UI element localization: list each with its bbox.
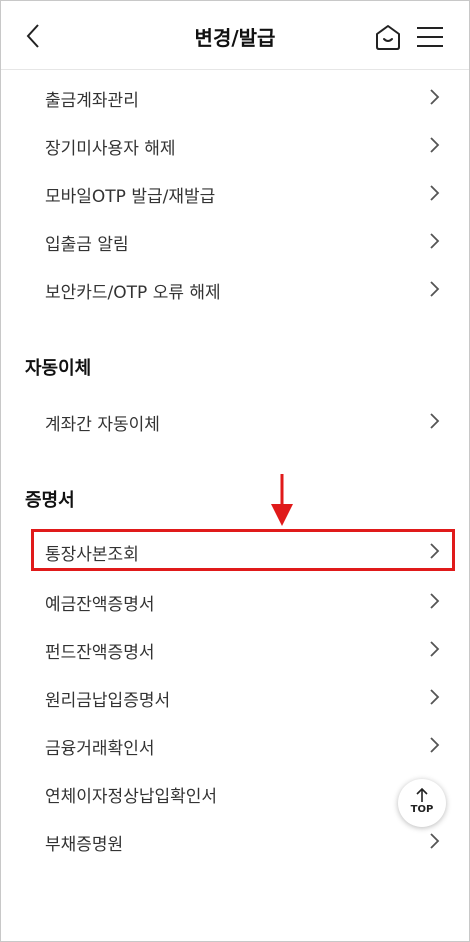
section-title-certificates: 증명서 xyxy=(25,490,75,511)
menu-item-withdrawal-account[interactable]: 출금계좌관리 xyxy=(1,74,469,120)
menu-item-label: 보안카드/OTP 오류 해제 xyxy=(45,283,221,303)
app-screen: 변경/발급 출금계좌관리 장기미사용자 해제 모바일OTP 발급/재발급 입출금… xyxy=(0,0,470,942)
chevron-right-icon xyxy=(430,137,440,153)
annotation-arrow-down-icon xyxy=(271,474,293,526)
menu-item-label: 예금잔액증명서 xyxy=(45,595,155,615)
menu-item-label: 장기미사용자 해제 xyxy=(45,139,176,159)
chevron-right-icon xyxy=(430,413,440,429)
chevron-right-icon xyxy=(430,281,440,297)
menu-item-financial-transaction-cert[interactable]: 금융거래확인서 xyxy=(1,722,469,768)
menu-item-label: 부채증명원 xyxy=(45,835,124,855)
chevron-right-icon xyxy=(430,641,440,657)
menu-item-principal-interest-cert[interactable]: 원리금납입증명서 xyxy=(1,674,469,720)
header-bar: 변경/발급 xyxy=(1,1,469,70)
chevron-right-icon xyxy=(430,737,440,753)
arrow-up-icon xyxy=(416,787,428,802)
menu-item-transaction-alert[interactable]: 입출금 알림 xyxy=(1,218,469,264)
menu-item-label: 펀드잔액증명서 xyxy=(45,643,155,663)
menu-item-label: 연체이자정상납입확인서 xyxy=(45,787,218,807)
scroll-top-button[interactable]: TOP xyxy=(398,779,446,827)
menu-item-fund-balance-cert[interactable]: 펀드잔액증명서 xyxy=(1,626,469,672)
chevron-right-icon xyxy=(430,185,440,201)
menu-item-label: 계좌간 자동이체 xyxy=(45,415,160,435)
menu-item-mobile-otp[interactable]: 모바일OTP 발급/재발급 xyxy=(1,170,469,216)
menu-item-label: 모바일OTP 발급/재발급 xyxy=(45,187,216,207)
scroll-top-label: TOP xyxy=(410,804,434,815)
menu-item-label: 원리금납입증명서 xyxy=(45,691,171,711)
menu-item-label: 금융거래확인서 xyxy=(45,739,155,759)
menu-button[interactable] xyxy=(415,23,445,51)
menu-item-debt-cert[interactable]: 부채증명원 xyxy=(1,818,469,864)
menu-item-security-card-release[interactable]: 보안카드/OTP 오류 해제 xyxy=(1,266,469,312)
highlight-box xyxy=(31,529,455,571)
home-icon xyxy=(376,25,400,50)
chevron-right-icon xyxy=(430,233,440,249)
chevron-right-icon xyxy=(430,689,440,705)
menu-item-dormant-release[interactable]: 장기미사용자 해제 xyxy=(1,122,469,168)
home-button[interactable] xyxy=(374,23,402,51)
chevron-right-icon xyxy=(430,89,440,105)
section-title-auto-transfer: 자동이체 xyxy=(25,358,92,379)
menu-item-label: 입출금 알림 xyxy=(45,235,129,255)
hamburger-menu-icon xyxy=(417,27,443,47)
chevron-right-icon xyxy=(430,593,440,609)
chevron-right-icon xyxy=(430,833,440,849)
menu-item-deposit-balance-cert[interactable]: 예금잔액증명서 xyxy=(1,578,469,624)
menu-item-auto-transfer[interactable]: 계좌간 자동이체 xyxy=(1,398,469,444)
menu-item-label: 출금계좌관리 xyxy=(45,91,139,111)
